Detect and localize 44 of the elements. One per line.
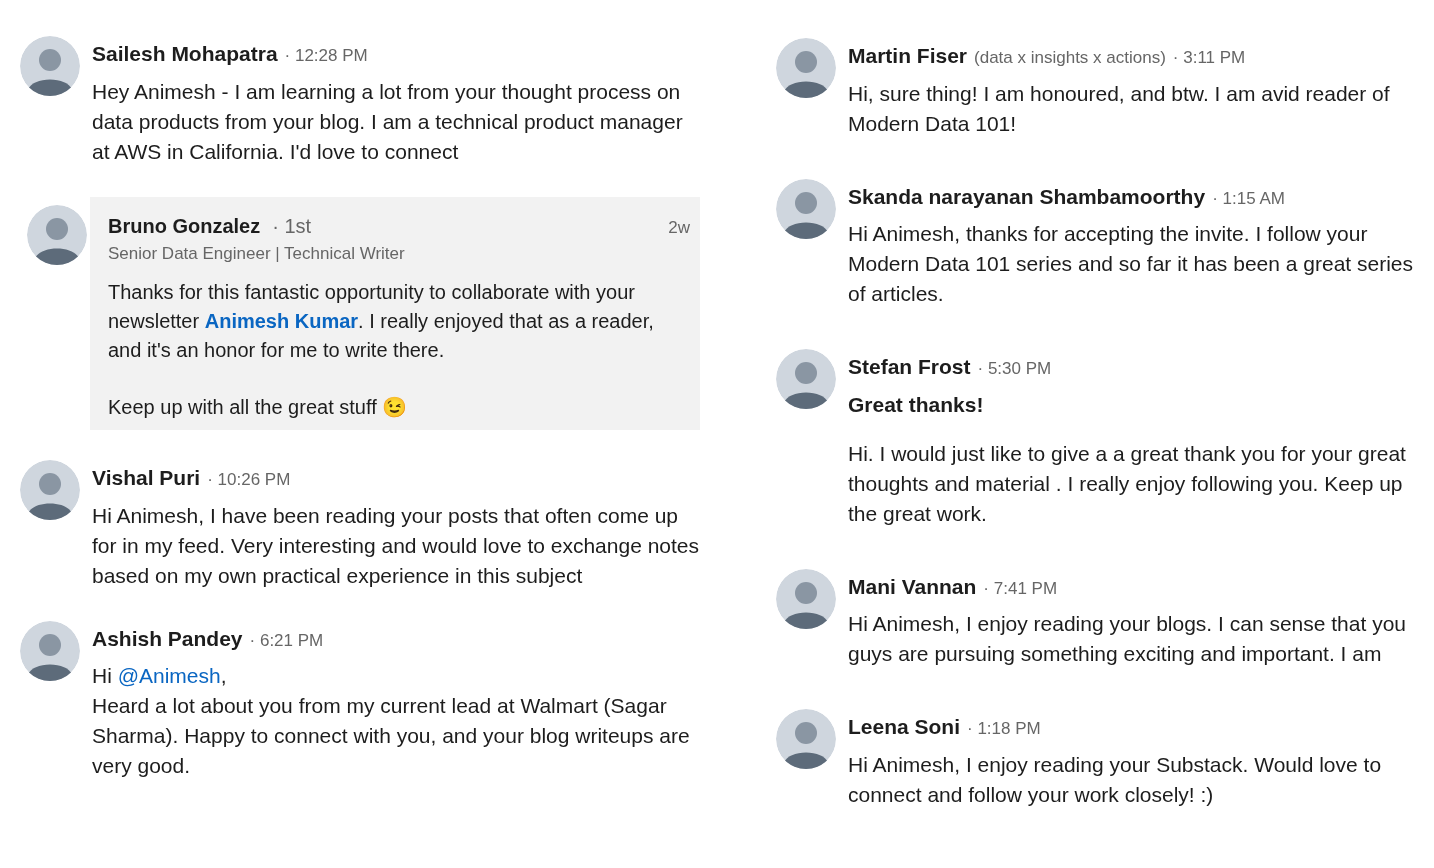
sender-headline: (data x insights x actions) <box>974 47 1166 69</box>
avatar <box>20 36 80 96</box>
avatar <box>776 568 836 629</box>
connection-degree: · 1st <box>272 213 312 239</box>
sender-headline: Senior Data Engineer | Technical Writer <box>108 242 406 265</box>
message-text: Hi Animesh, thanks for accepting the invite. I follow your Modern Data 101 series and so far it has been a great series of articles. <box>848 221 1414 307</box>
message-text: Hi Animesh, I enjoy reading your blogs. I can sense that you guys are pursuing something exciting and important. I am <box>848 611 1407 667</box>
message-text: Great thanks! <box>848 391 985 418</box>
avatar <box>27 204 87 265</box>
message-time: · 3:11 PM <box>1172 47 1246 69</box>
message-text: Keep up with all the great stuff 😉 <box>108 395 409 420</box>
avatar <box>776 178 836 239</box>
sender-name[interactable]: Vishal Puri <box>92 462 201 494</box>
message-time: · 1:15 AM <box>1212 187 1285 210</box>
message-text: Heard a lot about you from my current lead at Walmart (Sagar Sharma). Happy to connect with you, and your blog writeups are very good. <box>92 693 691 779</box>
message-time: · 7:41 PM <box>983 577 1058 600</box>
message-time: · 1:18 PM <box>967 718 1041 740</box>
mention-link[interactable]: @Animesh <box>117 664 221 687</box>
message-text: Thanks for this fantastic opportunity to collaborate with your newsletter Animesh Kumar. I really enjoyed that as a reader, and it's an honor for me to write there. <box>108 280 655 363</box>
message-text: Hey Animesh - I am learning a lot from your thought process on data products from your blog. I am a technical product manager at AWS in California. I'd love to connect <box>92 78 684 165</box>
sender-name[interactable]: Skanda narayanan Shambamoorthy <box>848 180 1206 212</box>
avatar <box>20 620 80 681</box>
message-time: · 12:28 PM <box>284 45 368 67</box>
avatar <box>776 709 836 769</box>
sender-name[interactable]: Bruno Gonzalez <box>108 210 261 241</box>
sender-name[interactable]: Stefan Frost <box>848 351 971 383</box>
message-text: Hi Animesh, I enjoy reading your Substack. Would love to connect and follow your work closely! :) <box>848 751 1383 808</box>
name-link[interactable]: Animesh Kumar <box>204 310 359 332</box>
sender-name[interactable]: Sailesh Mohapatra <box>92 38 278 70</box>
sender-name[interactable]: Mani Vannan <box>848 570 977 602</box>
message-time: · 5:30 PM <box>977 358 1052 380</box>
message-text: Hi. I would just like to give a a great thank you for your great thoughts and material . I really enjoy following you. Keep up the great work. <box>848 440 1407 527</box>
message-time: · 6:21 PM <box>249 629 324 652</box>
message-text: Hi @Animesh, <box>92 663 228 689</box>
avatar <box>20 460 80 520</box>
message-time: 2w <box>668 216 690 239</box>
sender-name[interactable]: Martin Fiser <box>848 40 968 72</box>
message-time: · 10:26 PM <box>207 469 291 491</box>
avatar <box>776 349 836 409</box>
avatar <box>776 38 836 98</box>
message-text: Hi Animesh, I have been reading your posts that often come up for in my feed. Very interesting and would love to exchange notes based on my own practical experience in this subject <box>92 502 700 589</box>
sender-name[interactable]: Leena Soni <box>848 711 961 743</box>
sender-name[interactable]: Ashish Pandey <box>92 622 243 654</box>
message-text: Hi, sure thing! I am honoured, and btw. I am avid reader of Modern Data 101! <box>848 80 1391 137</box>
